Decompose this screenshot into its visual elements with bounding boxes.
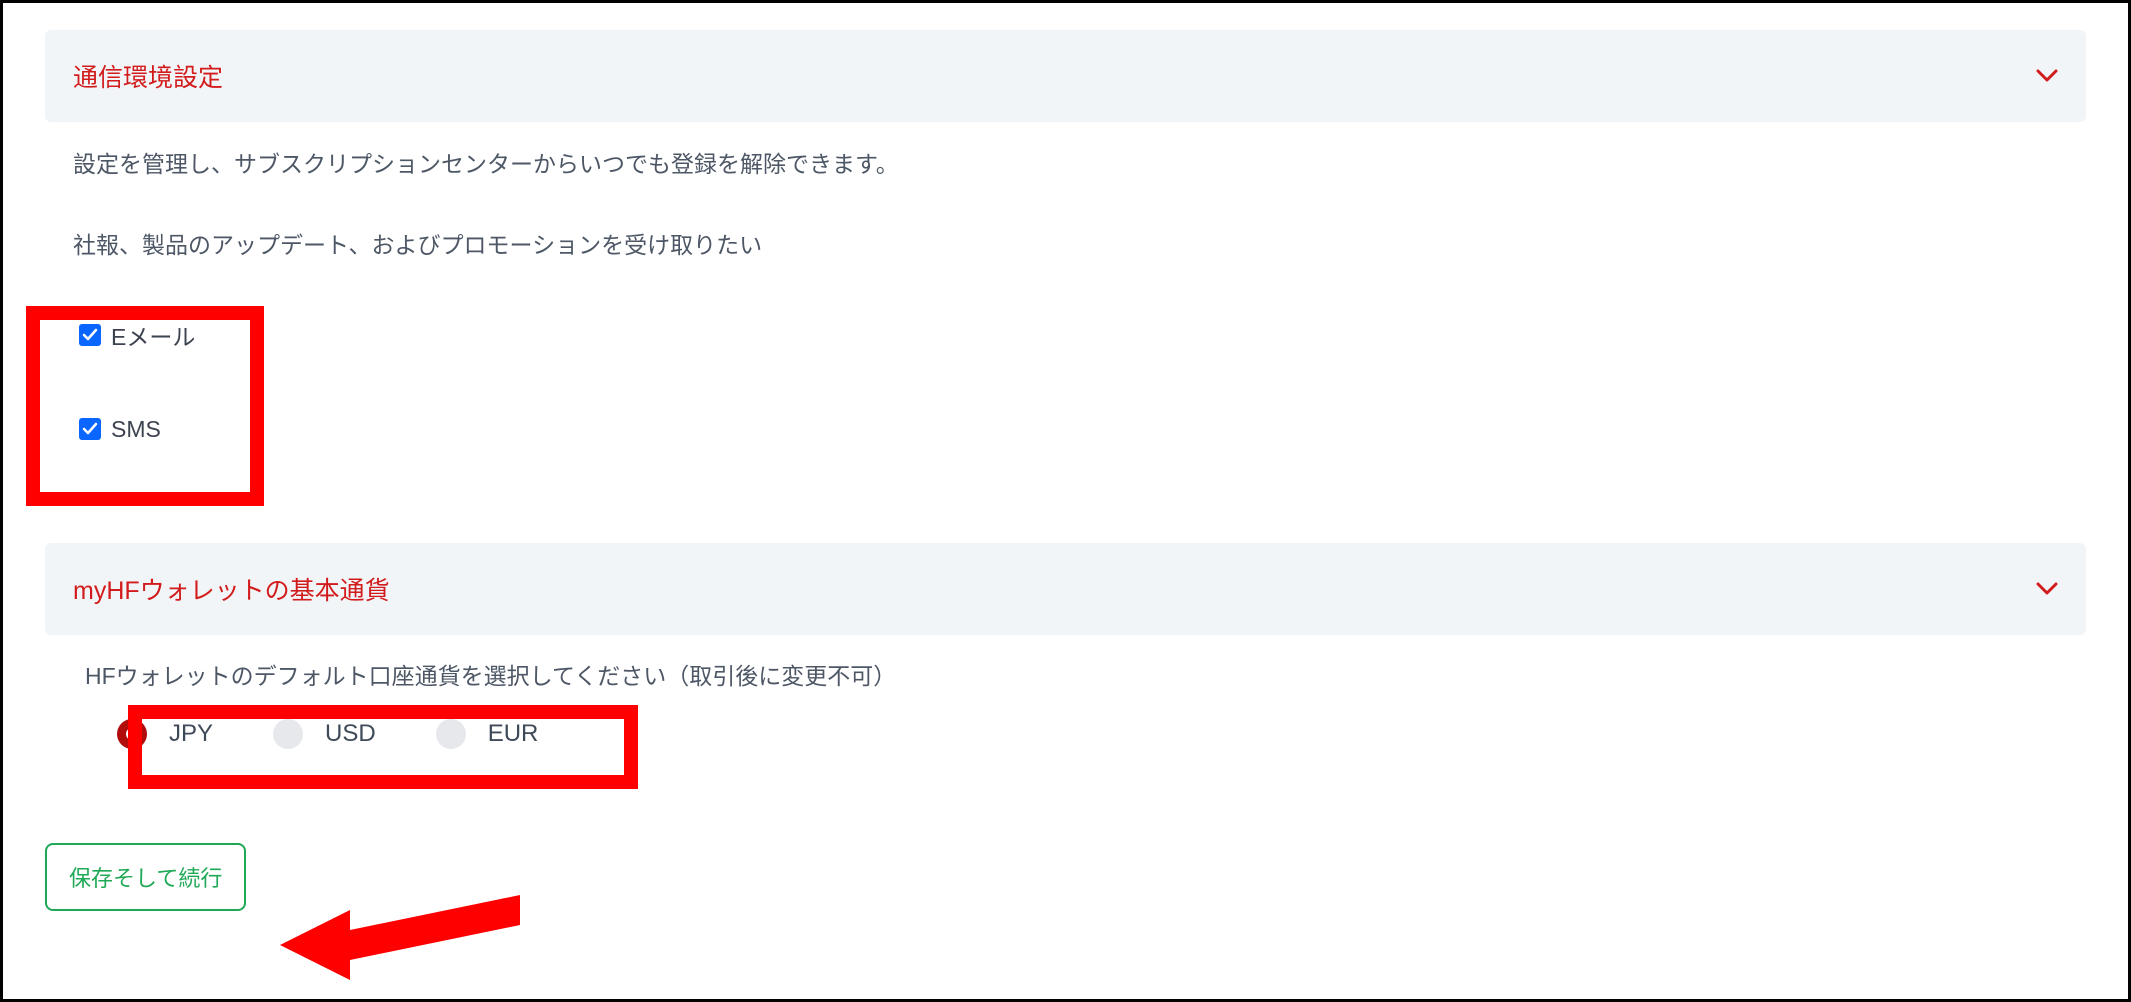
checkbox-email[interactable]: Eメール [77,318,2054,352]
checkbox-sms[interactable]: SMS [77,416,2054,443]
checkbox-sms-label: SMS [111,416,161,443]
radio-usd[interactable]: USD [273,719,376,749]
radio-eur-circle[interactable] [436,719,466,749]
radio-jpy-label: JPY [169,720,213,748]
checkbox-email-box[interactable] [79,324,101,346]
communication-desc-1: 設定を管理し、サブスクリプションセンターからいつでも登録を解除できます。 [73,146,2058,183]
radio-group: JPY USD EUR [45,691,2086,773]
communication-section-header[interactable]: 通信環境設定 [45,30,2086,122]
checkbox-sms-box[interactable] [79,418,101,440]
radio-jpy[interactable]: JPY [117,719,213,749]
checkbox-email-label: Eメール [111,318,195,352]
checkbox-group: Eメール SMS [45,282,2086,473]
save-continue-button[interactable]: 保存そして続行 [45,843,246,911]
communication-section-body: 設定を管理し、サブスクリプションセンターからいつでも登録を解除できます。 社報、… [45,122,2086,282]
communication-desc-2: 社報、製品のアップデート、およびプロモーションを受け取りたい [73,227,2058,264]
radio-jpy-circle[interactable] [117,719,147,749]
radio-eur[interactable]: EUR [436,719,539,749]
chevron-down-icon [2036,69,2058,83]
wallet-section-title: myHFウォレットの基本通貨 [73,571,390,607]
communication-section-title: 通信環境設定 [73,58,223,94]
radio-eur-label: EUR [488,720,539,748]
wallet-desc: HFウォレットのデフォルト口座通貨を選択してください（取引後に変更不可） [45,635,2086,691]
chevron-down-icon [2036,582,2058,596]
wallet-section-header[interactable]: myHFウォレットの基本通貨 [45,543,2086,635]
radio-usd-circle[interactable] [273,719,303,749]
radio-usd-label: USD [325,720,376,748]
